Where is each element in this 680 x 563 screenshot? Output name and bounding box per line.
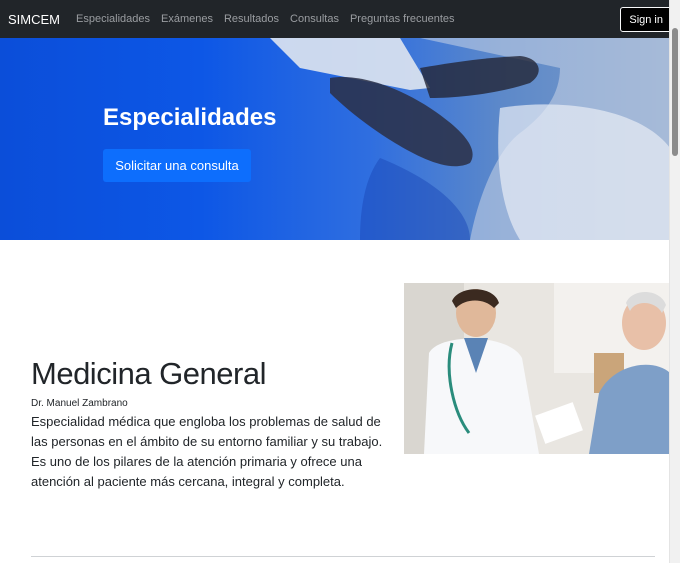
specialty-title: Medicina General <box>31 356 266 391</box>
hero-title: Especialidades <box>103 104 277 131</box>
doctor-patient-photo <box>404 283 670 454</box>
vertical-scrollbar[interactable] <box>669 0 680 563</box>
request-consultation-button[interactable]: Solicitar una consulta <box>103 149 251 182</box>
brand-logo[interactable]: SIMCEM <box>8 12 60 27</box>
scrollbar-thumb[interactable] <box>672 28 678 156</box>
top-navbar: SIMCEM Especialidades Exámenes Resultado… <box>0 0 672 38</box>
specialty-description: Especialidad médica que engloba los prob… <box>31 414 383 489</box>
nav-link-especialidades[interactable]: Especialidades <box>76 13 150 25</box>
nav-link-resultados[interactable]: Resultados <box>224 13 279 25</box>
nav-link-consultas[interactable]: Consultas <box>290 13 339 25</box>
nav-link-preguntas-frecuentes[interactable]: Preguntas frecuentes <box>350 13 455 25</box>
doctor-name: Dr. Manuel Zambrano <box>31 398 128 409</box>
hero-background-image <box>270 38 670 240</box>
doctor-patient-image <box>404 283 670 454</box>
hero-banner: Especialidades Solicitar una consulta <box>0 38 670 240</box>
section-divider <box>31 556 655 557</box>
nav-link-examenes[interactable]: Exámenes <box>161 13 213 25</box>
sign-in-button[interactable]: Sign in <box>620 7 672 32</box>
